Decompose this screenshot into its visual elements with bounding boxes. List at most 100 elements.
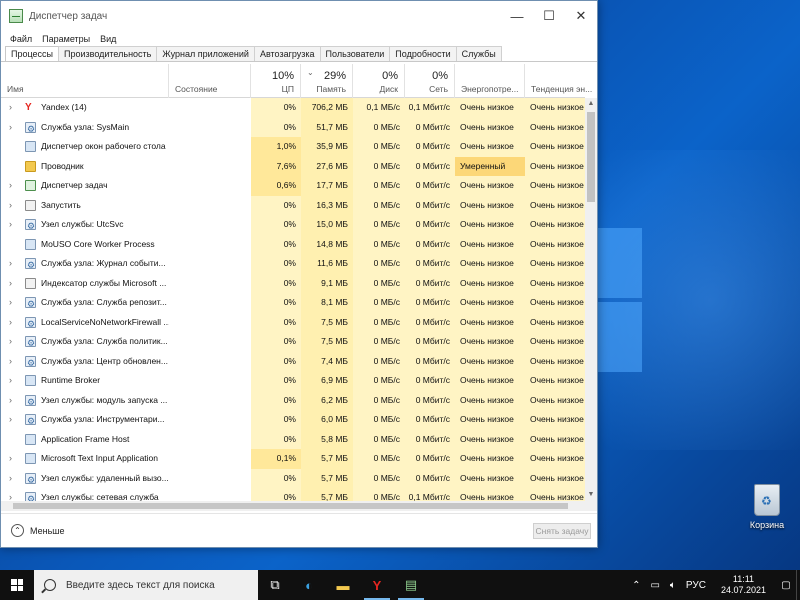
tab-processes[interactable]: Процессы <box>5 46 60 61</box>
chevron-right-icon[interactable]: › <box>9 293 12 313</box>
table-row[interactable]: › Microsoft Text Input Application 0,1% 5,7… <box>1 449 585 469</box>
tab-startup[interactable]: Автозагрузка <box>253 46 321 61</box>
tab-details[interactable]: Подробности <box>389 46 457 61</box>
process-memory: 5,7 МБ <box>301 468 353 488</box>
vertical-scrollbar[interactable]: ▲ ▼ <box>585 98 597 501</box>
menu-view[interactable]: Вид <box>95 34 121 44</box>
start-button[interactable] <box>0 570 34 600</box>
column-network[interactable]: 0% Сеть <box>405 64 455 98</box>
chevron-right-icon[interactable]: › <box>9 410 12 430</box>
table-row[interactable]: › Индексатор службы Microsoft ... 0% 9,1 МБ… <box>1 273 585 294</box>
tab-performance[interactable]: Производительность <box>58 46 158 61</box>
clock[interactable]: 11:11 24.07.2021 <box>711 574 776 596</box>
show-hidden-icons-icon[interactable]: ⌃ <box>627 580 645 591</box>
table-row[interactable]: › Узел службы: UtcSvc 0%15,0 МБ0 МБ/с0 Мби… <box>1 215 585 235</box>
column-cpu[interactable]: 10% ЦП <box>251 64 301 98</box>
taskbar-search[interactable]: Введите здесь текст для поиска <box>34 570 258 600</box>
table-row[interactable]: MoUSO Core Worker Process 0% 14,8 МБ 0 МБ/с… <box>1 234 585 255</box>
chevron-right-icon[interactable]: › <box>9 118 12 138</box>
table-row[interactable]: › Y Yandex (14) 0% 706,2 МБ 0,1 МБ/с 0,1 Мбит/… <box>1 98 585 118</box>
scroll-thumb[interactable] <box>587 112 595 202</box>
table-row[interactable]: ›Служба узла: Служба политик...0%7,5 МБ0… <box>1 332 585 352</box>
scroll-up-icon[interactable]: ▲ <box>585 98 597 110</box>
notifications-icon[interactable]: ▢ <box>776 570 796 600</box>
chevron-right-icon[interactable]: › <box>9 274 12 294</box>
process-power-trend: Очень низкое <box>525 429 585 449</box>
process-disk: 0 МБ/с <box>353 156 405 176</box>
recycle-bin[interactable]: Корзина <box>742 484 792 540</box>
chevron-right-icon[interactable]: › <box>9 98 12 118</box>
column-power-trend[interactable]: Тенденция эн... <box>525 64 592 98</box>
table-row[interactable]: ›Узел службы: удаленный вызо...0%5,7 МБ0… <box>1 468 585 489</box>
horizontal-scroll-thumb[interactable] <box>13 503 568 509</box>
chevron-right-icon[interactable]: › <box>9 391 12 411</box>
table-row[interactable]: ›Служба узла: Журнал событи...0%11,6 МБ0… <box>1 254 585 274</box>
table-row[interactable]: › Служба узла: SysMain 0%51,7 МБ0 МБ/с0 Мб… <box>1 117 585 138</box>
chevron-right-icon[interactable]: › <box>9 352 12 372</box>
minimize-button[interactable]: — <box>501 1 533 31</box>
task-view-icon[interactable]: ⧉ <box>258 570 292 600</box>
task-manager-taskbar-icon[interactable]: ▤ <box>394 570 428 600</box>
chevron-right-icon[interactable]: › <box>9 469 12 489</box>
language-indicator[interactable]: РУС <box>681 580 711 591</box>
table-row[interactable]: › Узел службы: сетевая служба 0%5,7 МБ0 МБ… <box>1 488 585 501</box>
process-cpu: 7,6% <box>251 156 301 176</box>
network-icon[interactable]: ▭ <box>645 580 664 591</box>
end-task-button[interactable]: Снять задачу <box>533 523 591 539</box>
column-name[interactable]: Имя <box>1 64 169 98</box>
show-desktop-button[interactable] <box>796 570 800 600</box>
maximize-button[interactable]: ☐ <box>533 1 565 31</box>
windows-logo-wallpaper <box>598 218 642 378</box>
file-explorer-icon[interactable]: ▬ <box>326 570 360 600</box>
table-row[interactable]: › Диспетчер задач 0,6% 17,7 МБ 0 МБ/с 0 Мбит/… <box>1 176 585 196</box>
chevron-right-icon[interactable]: › <box>9 176 12 196</box>
yandex-browser-icon[interactable]: Y <box>360 570 394 600</box>
menu-file[interactable]: Файл <box>5 34 37 44</box>
chevron-right-icon[interactable]: › <box>9 371 12 391</box>
chevron-right-icon[interactable]: › <box>9 313 12 333</box>
process-power-usage: Очень низкое <box>455 117 525 137</box>
table-row[interactable]: ›Служба узла: Центр обновлен...0%7,4 МБ0… <box>1 351 585 372</box>
column-memory-label: Память <box>316 84 346 94</box>
column-state[interactable]: Состояние <box>169 64 251 98</box>
column-memory[interactable]: ⌄ 29% Память <box>301 64 353 98</box>
process-state <box>169 235 251 255</box>
edge-browser-icon[interactable]: ◐ <box>292 570 326 600</box>
table-row[interactable]: ›Служба узла: Служба репозит...0%8,1 МБ0… <box>1 293 585 313</box>
table-row[interactable]: › Запустить 0% 16,3 МБ 0 МБ/с 0 Мбит/с Очень н… <box>1 195 585 216</box>
chevron-right-icon[interactable]: › <box>9 449 12 469</box>
process-network: 0 Мбит/с <box>405 117 455 137</box>
horizontal-scrollbar[interactable] <box>1 501 597 511</box>
menu-options[interactable]: Параметры <box>37 34 95 44</box>
table-row[interactable]: Диспетчер окон рабочего стола 1,0% 35,9 МБ… <box>1 137 585 157</box>
process-power-usage: Очень низкое <box>455 195 525 215</box>
process-state <box>169 371 251 391</box>
table-row[interactable]: Application Frame Host 0% 5,8 МБ 0 МБ/с 0 Мб… <box>1 429 585 449</box>
process-power-usage: Очень низкое <box>455 293 525 313</box>
tab-users[interactable]: Пользователи <box>319 46 391 61</box>
table-row[interactable]: › LocalServiceNoNetworkFirewall ... 0%7,5 … <box>1 312 585 333</box>
table-row[interactable]: ›Служба узла: Инструментари...0%6,0 МБ0 … <box>1 410 585 430</box>
tab-services[interactable]: Службы <box>455 46 502 61</box>
column-disk[interactable]: 0% Диск <box>353 64 405 98</box>
chevron-right-icon[interactable]: › <box>9 196 12 216</box>
chevron-right-icon[interactable]: › <box>9 254 12 274</box>
process-power-usage: Очень низкое <box>455 234 525 254</box>
tab-app-history[interactable]: Журнал приложений <box>156 46 255 61</box>
volume-icon[interactable]: 🔈︎ <box>665 580 681 591</box>
process-memory: 35,9 МБ <box>301 137 353 157</box>
gear-icon <box>25 334 36 352</box>
title-bar[interactable]: Диспетчер задач — ☐ ✕ <box>1 1 597 31</box>
menu-bar: Файл Параметры Вид <box>1 31 597 47</box>
table-row[interactable]: › Runtime Broker 0% 6,9 МБ 0 МБ/с 0 Мбит/с Оче… <box>1 371 585 391</box>
process-memory: 14,8 МБ <box>301 234 353 254</box>
chevron-right-icon[interactable]: › <box>9 488 12 501</box>
table-row[interactable]: Проводник 7,6% 27,6 МБ 0 МБ/с 0 Мбит/с Умерен… <box>1 156 585 176</box>
close-button[interactable]: ✕ <box>565 1 597 31</box>
fewer-details-button[interactable]: ⌃ Меньше <box>11 524 65 537</box>
table-row[interactable]: › Узел службы: модуль запуска ... 0%6,2 МБ… <box>1 390 585 411</box>
column-power-usage[interactable]: Энергопотре... <box>455 64 525 98</box>
chevron-right-icon[interactable]: › <box>9 332 12 352</box>
scroll-down-icon[interactable]: ▼ <box>585 489 597 501</box>
chevron-right-icon[interactable]: › <box>9 215 12 235</box>
